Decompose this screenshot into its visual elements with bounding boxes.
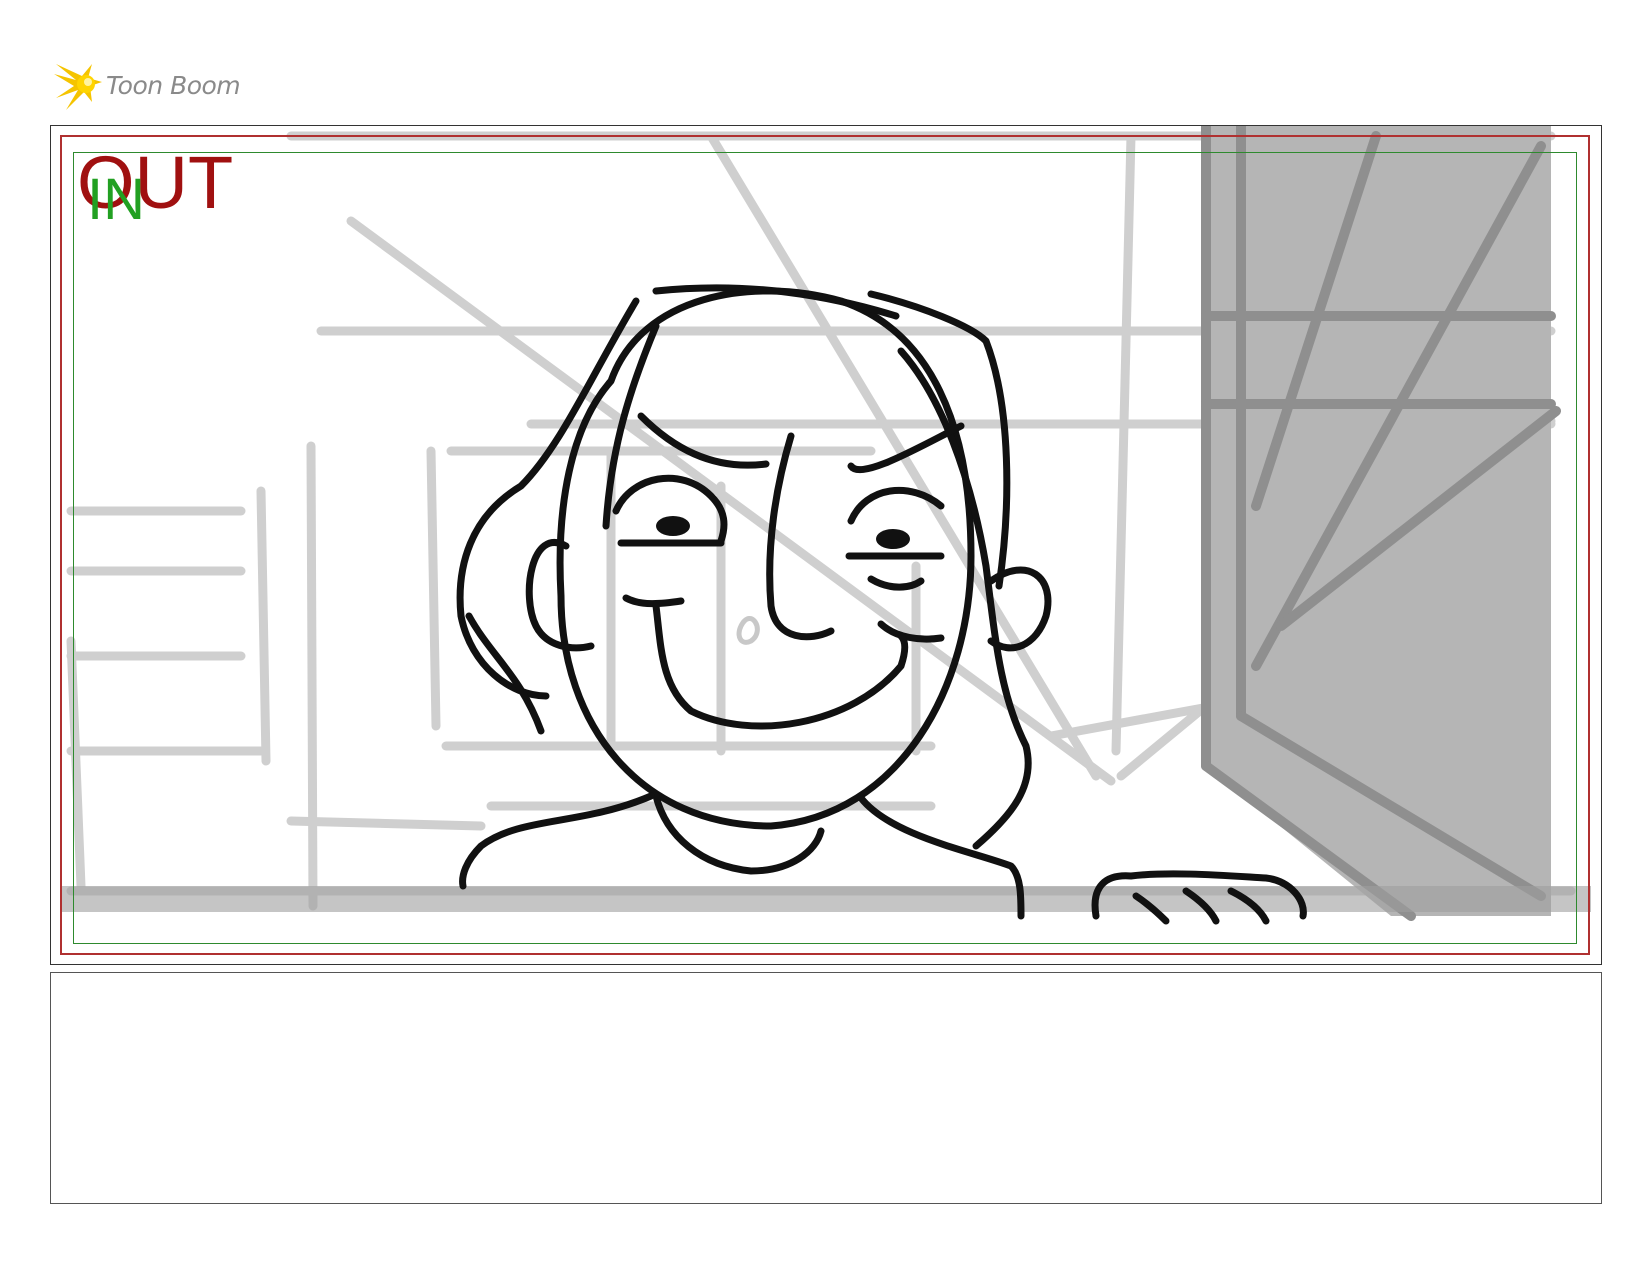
toon-boom-logo: Toon Boom <box>52 58 241 112</box>
brand-text: Toon Boom <box>106 70 241 100</box>
starburst-logo-icon <box>54 64 102 110</box>
in-label: IN <box>87 167 145 232</box>
in-frame-guide <box>73 152 1577 944</box>
storyboard-panel[interactable]: OUT IN <box>50 125 1602 965</box>
notes-box[interactable] <box>50 972 1602 1204</box>
